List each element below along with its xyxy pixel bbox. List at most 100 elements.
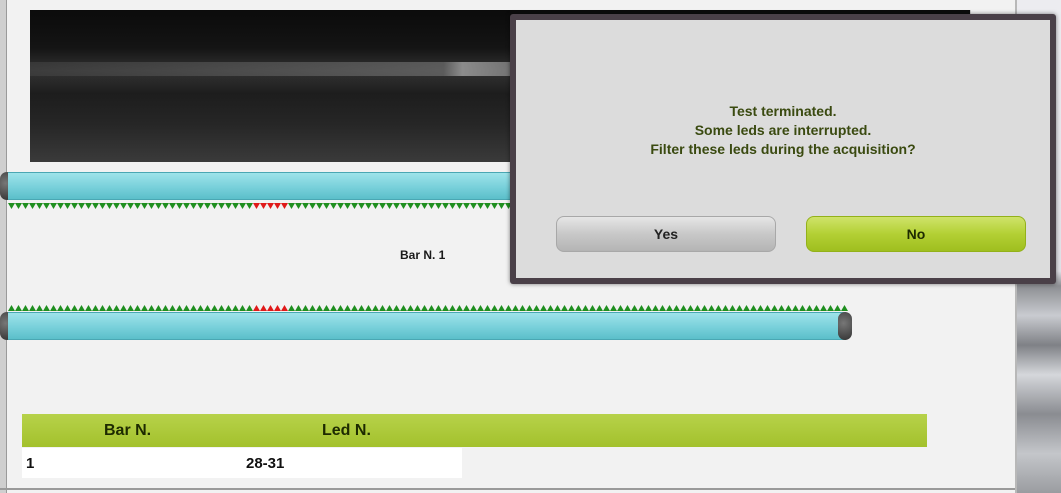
led-indicator	[57, 203, 64, 209]
led-indicator	[169, 305, 176, 311]
led-indicator	[113, 305, 120, 311]
led-indicator	[204, 305, 211, 311]
led-indicator	[680, 305, 687, 311]
led-indicator	[120, 203, 127, 209]
led-indicator	[610, 305, 617, 311]
led-indicator	[750, 305, 757, 311]
led-indicator	[337, 305, 344, 311]
led-indicator	[134, 305, 141, 311]
led-indicator	[827, 305, 834, 311]
led-indicator	[344, 305, 351, 311]
led-indicator	[561, 305, 568, 311]
led-indicator	[414, 203, 421, 209]
led-indicator	[470, 203, 477, 209]
led-indicator	[820, 305, 827, 311]
led-indicator	[50, 305, 57, 311]
led-indicator	[253, 305, 260, 311]
led-indicator	[106, 305, 113, 311]
led-indicator	[386, 305, 393, 311]
led-indicator	[99, 305, 106, 311]
led-indicator	[29, 305, 36, 311]
led-indicator	[92, 305, 99, 311]
led-indicator	[183, 203, 190, 209]
led-indicator	[316, 305, 323, 311]
led-indicator	[260, 305, 267, 311]
led-indicator	[176, 203, 183, 209]
column-header-bar: Bar N.	[104, 422, 152, 439]
led-indicator	[211, 305, 218, 311]
led-indicator	[15, 305, 22, 311]
led-indicator	[407, 203, 414, 209]
led-indicator	[225, 305, 232, 311]
led-indicator	[64, 305, 71, 311]
table-row[interactable]: 1 28-31	[22, 448, 462, 478]
led-indicator	[498, 305, 505, 311]
led-indicator	[85, 305, 92, 311]
led-indicator	[323, 203, 330, 209]
led-indicator	[722, 305, 729, 311]
bottom-bar-right-cap	[838, 312, 852, 340]
led-indicator	[477, 305, 484, 311]
led-indicator	[442, 203, 449, 209]
led-indicator	[183, 305, 190, 311]
led-indicator	[645, 305, 652, 311]
led-indicator	[799, 305, 806, 311]
led-indicator	[393, 203, 400, 209]
yes-button[interactable]: Yes	[556, 216, 776, 252]
led-indicator	[596, 305, 603, 311]
led-indicator	[379, 203, 386, 209]
confirm-dialog: Test terminated. Some leds are interrupt…	[510, 14, 1056, 284]
cell-led: 28-31	[246, 455, 285, 472]
led-indicator	[155, 305, 162, 311]
led-indicator	[477, 203, 484, 209]
led-indicator	[519, 305, 526, 311]
led-indicator	[379, 305, 386, 311]
led-indicator	[442, 305, 449, 311]
led-indicator	[806, 305, 813, 311]
led-indicator	[127, 203, 134, 209]
led-indicator	[141, 203, 148, 209]
led-indicator	[414, 305, 421, 311]
led-indicator	[330, 305, 337, 311]
led-indicator	[267, 203, 274, 209]
led-indicator	[274, 305, 281, 311]
led-indicator	[421, 305, 428, 311]
led-indicator	[246, 305, 253, 311]
led-indicator	[323, 305, 330, 311]
bottom-divider	[0, 488, 1015, 490]
led-indicator	[43, 305, 50, 311]
no-button[interactable]: No	[806, 216, 1026, 252]
led-indicator	[232, 203, 239, 209]
led-indicator	[8, 203, 15, 209]
led-indicator	[22, 305, 29, 311]
led-indicator	[246, 203, 253, 209]
led-indicator	[365, 203, 372, 209]
led-indicator	[85, 203, 92, 209]
led-indicator	[29, 203, 36, 209]
led-indicator	[267, 305, 274, 311]
led-indicator	[624, 305, 631, 311]
led-indicator	[526, 305, 533, 311]
led-indicator	[715, 305, 722, 311]
left-frame	[0, 0, 7, 493]
led-indicator	[358, 203, 365, 209]
led-indicator	[120, 305, 127, 311]
led-indicator	[687, 305, 694, 311]
led-indicator	[764, 305, 771, 311]
led-indicator	[554, 305, 561, 311]
led-indicator	[617, 305, 624, 311]
led-indicator	[302, 203, 309, 209]
led-indicator	[169, 203, 176, 209]
led-indicator	[148, 203, 155, 209]
led-indicator	[288, 305, 295, 311]
led-indicator	[666, 305, 673, 311]
led-indicator	[372, 305, 379, 311]
led-indicator	[309, 305, 316, 311]
led-indicator	[316, 203, 323, 209]
dialog-message: Test terminated. Some leds are interrupt…	[516, 102, 1050, 159]
led-indicator	[631, 305, 638, 311]
column-header-led: Led N.	[322, 422, 371, 439]
led-indicator	[148, 305, 155, 311]
led-indicator	[309, 203, 316, 209]
led-indicator	[274, 203, 281, 209]
